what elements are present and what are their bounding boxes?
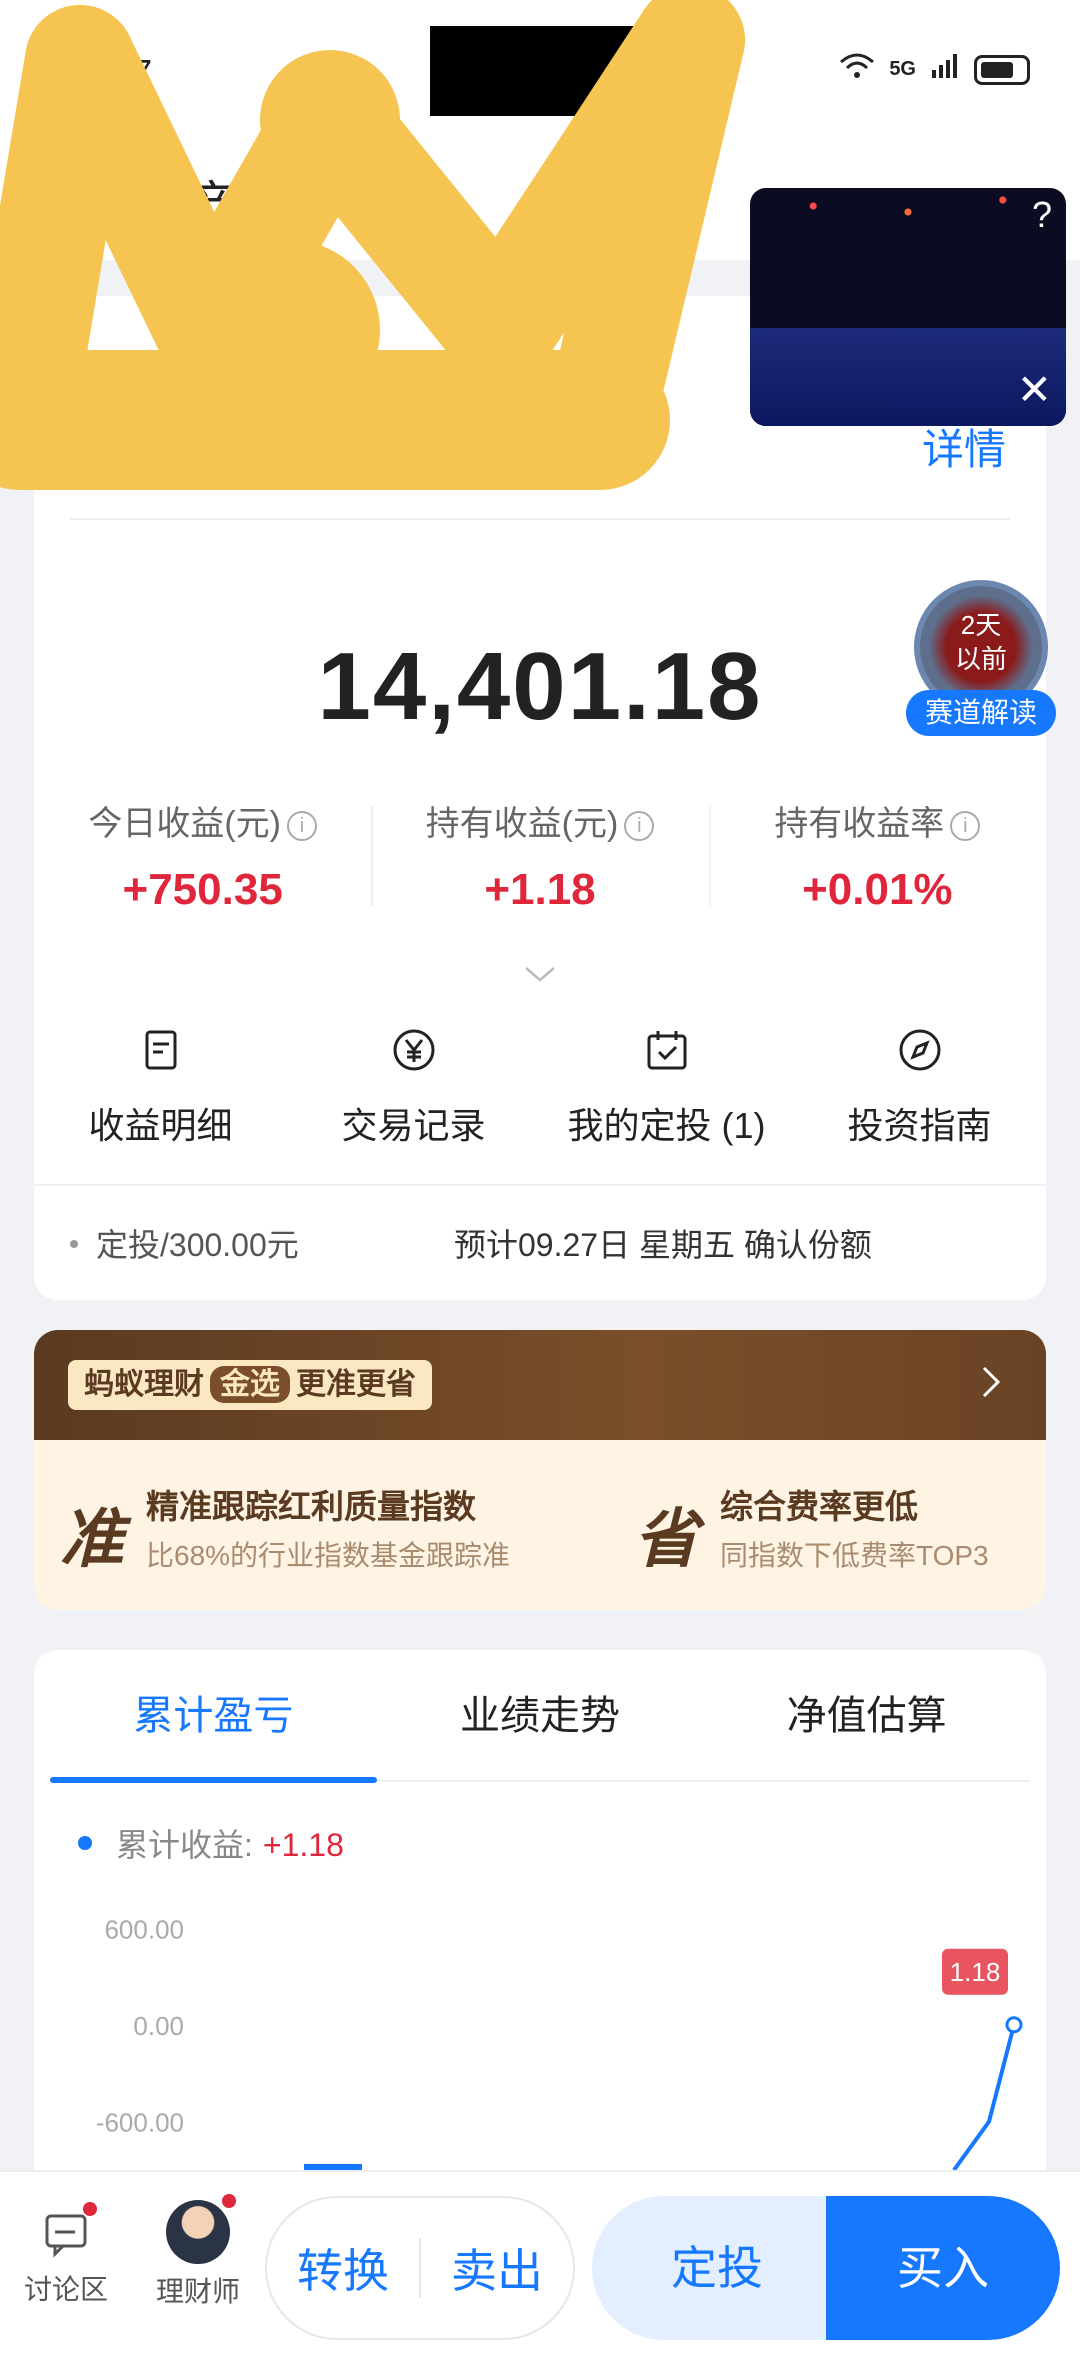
convert-button[interactable]: 转换 [267,2235,419,2301]
tab-nav-estimate[interactable]: 净值估算 [703,1650,1030,1780]
stat-value: +750.35 [122,865,283,914]
advisor-avatar [166,2194,236,2264]
document-icon [145,1030,176,1070]
redaction-block [430,26,680,116]
stat-rate[interactable]: 持有收益率 i +0.01% [708,796,1046,915]
promo-title: 综合费率更低 [720,1488,918,1525]
fund-code: 016441 [70,422,177,458]
series-line [952,2024,1016,2170]
discuss-label: 讨论区 [24,2274,109,2305]
data-point [1005,2016,1023,2034]
bullet-icon [70,1240,78,1248]
stats-row: 今日收益(元) i +750.35 持有收益(元) i +1.18 持有收益率 i +… [34,796,1046,915]
notification-dot [222,2194,236,2208]
legend-dot [78,1836,92,1850]
track-badge[interactable]: 2天以前 赛道解读 [906,580,1056,736]
action-label: 投资指南 [847,1105,992,1146]
info-icon[interactable]: i [624,811,655,841]
info-icon[interactable]: i [286,811,317,841]
action-label: 收益明细 [88,1105,233,1146]
y-tick-label: -600.00 [96,2108,184,2138]
calendar-check-icon [647,1031,686,1070]
chevron-down-icon[interactable] [522,956,558,992]
dingtou-button[interactable]: 定投 [592,2196,842,2340]
stat-label: 持有收益率 [774,805,945,843]
stat-holding[interactable]: 持有收益(元) i +1.18 [371,796,708,915]
legend-label: 累计收益: [116,1827,253,1863]
chart-legend: 累计收益: +1.18 [78,1820,344,1866]
chat-icon [41,2202,97,2258]
convert-sell-group: 转换 卖出 [265,2196,575,2340]
legend-value: +1.18 [262,1827,344,1863]
promo-subtitle: 比68%的行业指数基金跟踪准 [146,1540,511,1571]
chart-card: 累计盈亏 业绩走势 净值估算 累计收益: +1.18 600.00 0.00 -600… [34,1650,1046,2170]
promo-big-glyph: 准 [60,1503,124,1575]
stat-label: 持有收益(元) [425,805,619,843]
promo-banner[interactable]: 蚂蚁理财 金选 更准更省 准 精准跟踪红利质量指数 比68%的行业指数基金跟踪准 省… [34,1330,1046,1610]
divider [34,1184,1046,1186]
compass-icon [899,1029,940,1071]
tab-cumulative[interactable]: 累计盈亏 [50,1650,377,1783]
tab-performance[interactable]: 业绩走势 [377,1650,704,1780]
battery-icon [974,54,1030,85]
promo-header: 蚂蚁理财 金选 更准更省 [34,1330,1046,1440]
discuss-button[interactable]: 讨论区 [24,2202,109,2308]
plan-amount[interactable]: 定投/300.00元 [70,1220,299,1266]
buy-button[interactable]: 买入 [826,2196,1060,2340]
notification-dot [83,2202,97,2216]
chart-tabs: 累计盈亏 业绩走势 净值估算 [50,1650,1030,1783]
floating-video[interactable]: ? ✕ [750,188,1066,426]
plan-confirm-info: 预计09.27日 星期五 确认份额 [454,1227,872,1263]
status-bar: 21:47 5G [0,0,1080,140]
sell-button[interactable]: 卖出 [421,2235,573,2301]
stat-today[interactable]: 今日收益(元) i +750.35 [34,796,371,915]
status-time: 21:47 [62,52,153,93]
help-icon[interactable]: ? [1032,194,1052,236]
close-icon[interactable]: ✕ [1017,365,1052,414]
asset-value: 14,401.18 [317,633,763,740]
fund-card: 华夏 ETF联接 016441 详情 14,401.18 今日收益(元) i +75… [34,296,1046,1300]
signal-icon [930,52,960,87]
cumulative-chart[interactable]: 600.00 0.00 -600.00 1.18 [34,1880,1046,2170]
status-icons: 5G [839,52,1030,87]
track-days: 2天 [960,610,1002,640]
action-row: 收益明细 交易记录 我的定投 (1) 投资指南 [34,1026,1046,1149]
info-icon[interactable]: i [950,811,981,841]
promo-big-glyph: 省 [634,1503,698,1575]
y-tick-label: 0.00 [133,2011,184,2041]
track-label: 赛道解读 [906,690,1056,736]
action-label: 交易记录 [341,1105,486,1146]
chevron-right-icon[interactable] [976,1362,1006,1402]
bottom-bar: 讨论区 理财师 转换 卖出 定投 买入 [0,2170,1080,2362]
divider [70,518,1010,520]
network-label: 5G [889,58,916,80]
promo-subtitle: 同指数下低费率TOP3 [720,1540,989,1571]
track-days2: 以前 [954,644,1007,674]
annotation-label: 1.18 [950,1957,1001,1987]
fund-name: 华夏 ETF联接 [70,348,635,404]
advisor-button[interactable]: 理财师 [156,2194,241,2310]
action-income-detail[interactable]: 收益明细 [34,1026,287,1149]
yen-icon [393,1029,434,1071]
action-label: 我的定投 (1) [567,1105,766,1146]
stat-label: 今日收益(元) [88,805,281,843]
action-my-plan[interactable]: 我的定投 (1) [540,1026,793,1149]
stage-lights [750,188,1066,248]
action-trade-record[interactable]: 交易记录 [287,1026,540,1149]
wifi-icon [839,52,875,87]
stat-value: +0.01% [802,865,953,914]
promo-title: 精准跟踪红利质量指数 [146,1488,476,1525]
promo-badge: 蚂蚁理财 金选 更准更省 [68,1360,432,1410]
y-tick-label: 600.00 [104,1914,184,1944]
page-title: 资产 [140,178,237,231]
action-invest-guide[interactable]: 投资指南 [793,1026,1046,1149]
advisor-label: 理财师 [156,2276,241,2307]
stat-value: +1.18 [484,865,596,914]
